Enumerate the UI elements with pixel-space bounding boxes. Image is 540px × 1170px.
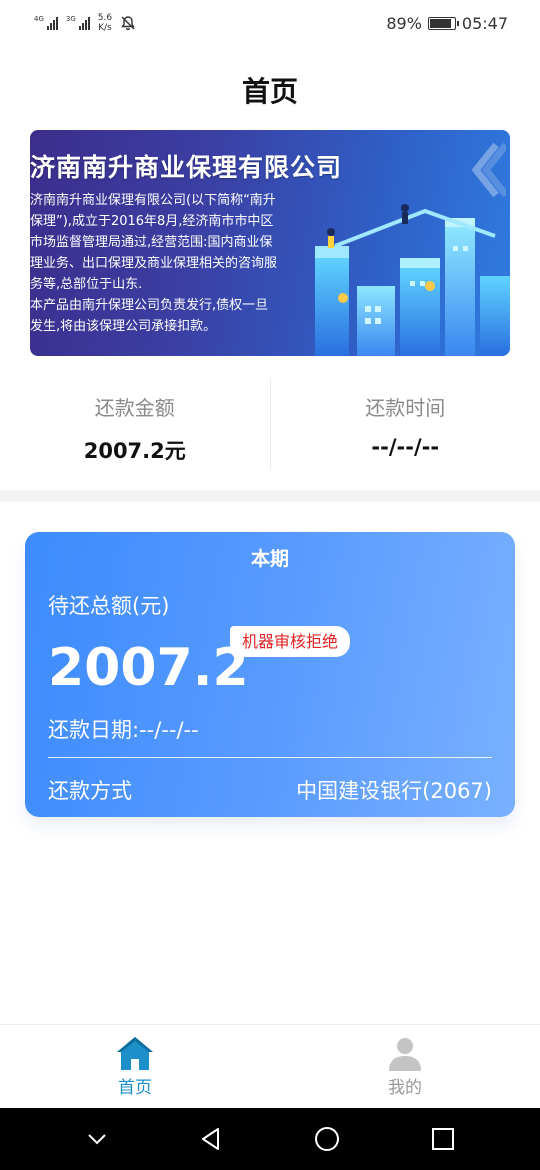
signal-icon: 4G	[34, 16, 58, 30]
summary-time-value: --/--/--	[371, 435, 440, 459]
card-amount: 2007.2	[48, 638, 249, 698]
recents-icon[interactable]	[430, 1126, 456, 1152]
summary-amount-label: 还款金额	[94, 396, 175, 420]
tab-home[interactable]: 首页	[0, 1025, 270, 1108]
battery-icon	[427, 16, 459, 30]
card-method-value[interactable]: 中国建设银行(2067)	[296, 775, 492, 805]
net-speed-value: 5.6	[97, 13, 113, 23]
card-method-label: 还款方式	[48, 779, 132, 803]
summary-amount: 还款金额 2007.2元	[0, 378, 270, 470]
bottom-nav: 首页 我的	[0, 1024, 540, 1108]
mute-bell-icon	[121, 16, 136, 31]
current-period-card[interactable]: 本期 待还总额(元) 2007.2 机器审核拒绝 还款日期:--/--/-- 还…	[25, 532, 515, 817]
back-icon[interactable]	[198, 1126, 224, 1152]
banner-description: 济南南升商业保理有限公司(以下简称“南升 保理”),成立于2016年8月,经济南…	[30, 190, 298, 337]
tab-home-label: 首页	[118, 1078, 152, 1098]
section-divider	[0, 490, 540, 502]
status-badge: 机器审核拒绝	[230, 626, 351, 657]
city-illustration	[315, 204, 510, 356]
signal-tag: 3G	[65, 15, 76, 23]
page-title: 首页	[241, 75, 298, 108]
summary-amount-value: 2007.2元	[83, 439, 186, 463]
banner-line: 本产品由南升保理公司负责发行,债权一旦	[30, 298, 269, 313]
clock: 05:47	[461, 13, 508, 33]
card-due-date: 还款日期:--/--/--	[48, 718, 199, 742]
net-speed-unit: K/s	[98, 23, 112, 33]
tab-mine[interactable]: 我的	[270, 1025, 540, 1108]
status-bar: 4G 3G 5.6 K/s 89% 05:47	[0, 0, 540, 46]
system-nav-bar	[0, 1108, 540, 1170]
banner-company-name: 济南南升商业保理有限公司	[30, 153, 343, 182]
summary-time: 还款时间 --/--/--	[269, 378, 540, 470]
banner-line: 务等,总部位于山东.	[30, 277, 143, 292]
status-right: 89% 05:47	[386, 14, 508, 33]
chevron-down-icon[interactable]	[85, 1127, 109, 1151]
home-icon	[117, 1037, 153, 1070]
tab-mine-label: 我的	[388, 1078, 422, 1098]
card-divider	[48, 757, 492, 758]
status-left: 4G 3G 5.6 K/s	[34, 13, 136, 33]
home-circle-icon[interactable]	[313, 1125, 341, 1153]
banner-line: 理业务、出口保理及商业保理相关的咨询服	[30, 256, 278, 271]
user-icon	[389, 1038, 421, 1071]
banner-line: 保理”),成立于2016年8月,经济南市市中区	[30, 214, 274, 229]
summary-time-label: 还款时间	[365, 396, 446, 420]
signal-icon: 3G	[66, 16, 90, 30]
signal-tag: 4G	[34, 15, 44, 23]
banner-line: 市场监督管理局通过,经营范围:国内商业保	[30, 235, 273, 250]
card-title: 本期	[250, 548, 289, 570]
net-speed: 5.6 K/s	[98, 13, 112, 33]
card-total-label: 待还总额(元)	[48, 594, 170, 618]
banner-line: 发生,将由该保理公司承接扣款。	[30, 319, 217, 334]
battery-percent: 89%	[386, 13, 422, 33]
banner-line: 济南南升商业保理有限公司(以下简称“南升	[30, 193, 276, 208]
repayment-summary: 还款金额 2007.2元 还款时间 --/--/--	[0, 378, 540, 470]
company-banner[interactable]: 济南南升商业保理有限公司 济南南升商业保理有限公司(以下简称“南升 保理”),成…	[30, 130, 510, 356]
